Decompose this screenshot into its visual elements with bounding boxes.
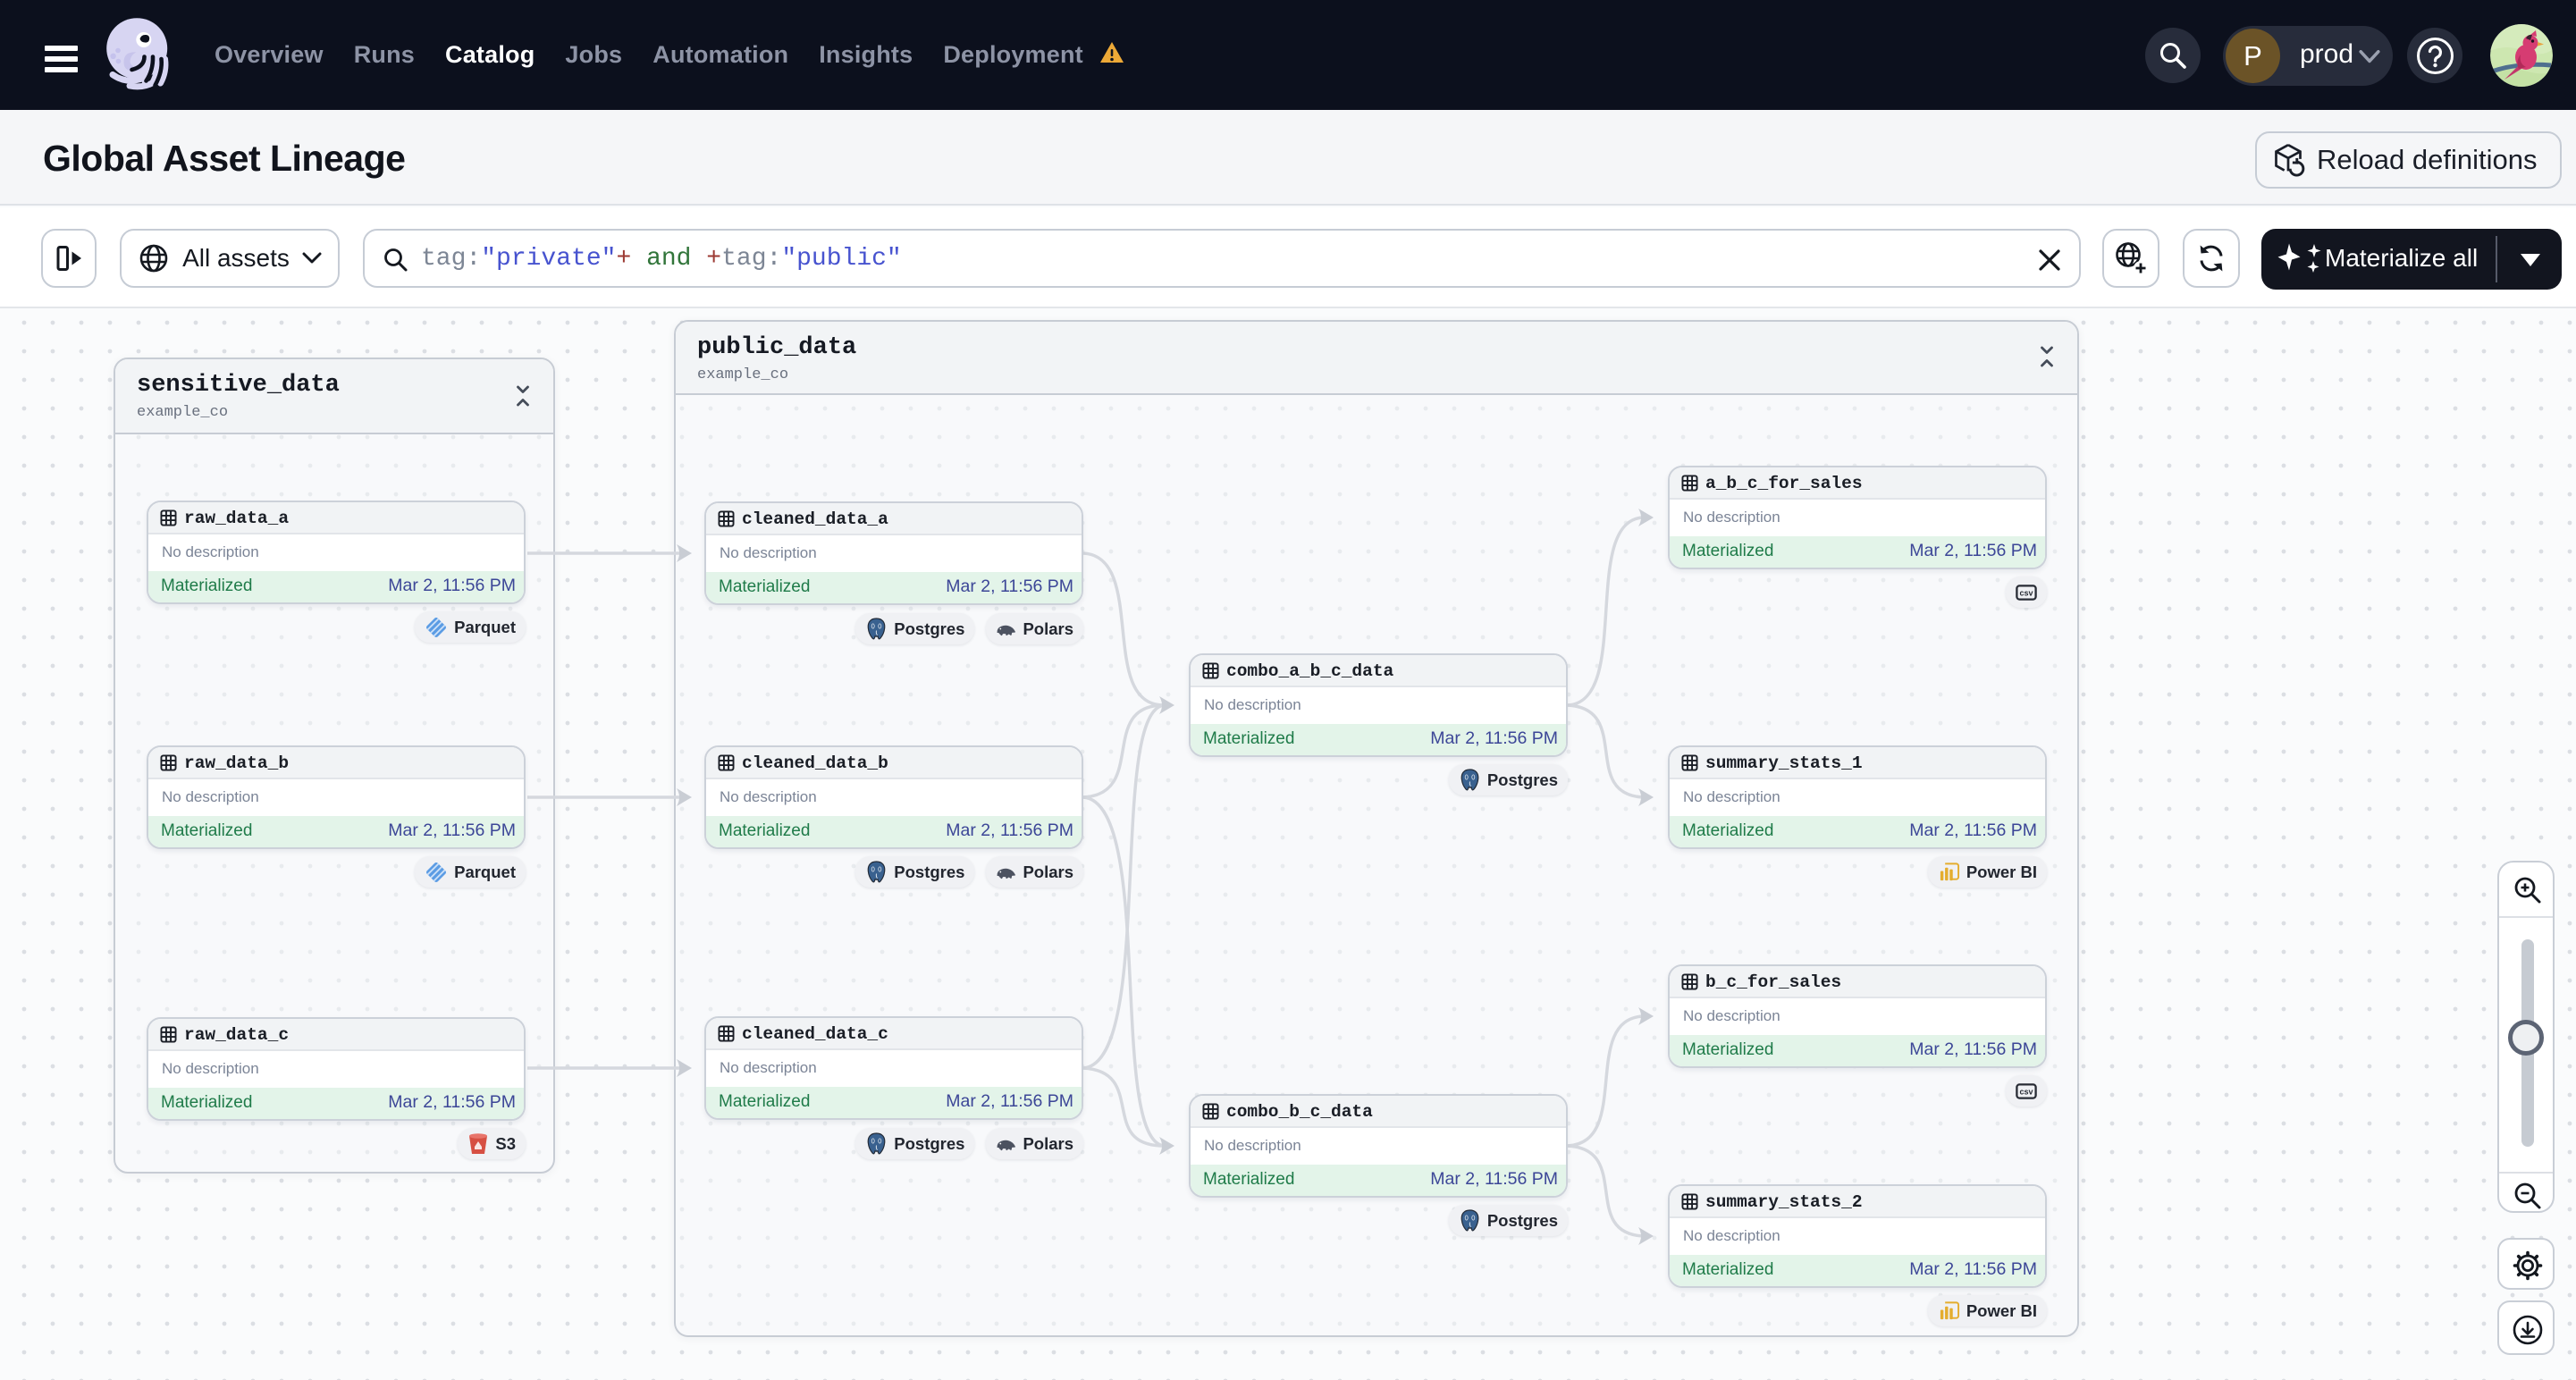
svg-text:csv: csv	[2019, 588, 2033, 597]
svg-text:csv: csv	[2019, 1087, 2033, 1096]
